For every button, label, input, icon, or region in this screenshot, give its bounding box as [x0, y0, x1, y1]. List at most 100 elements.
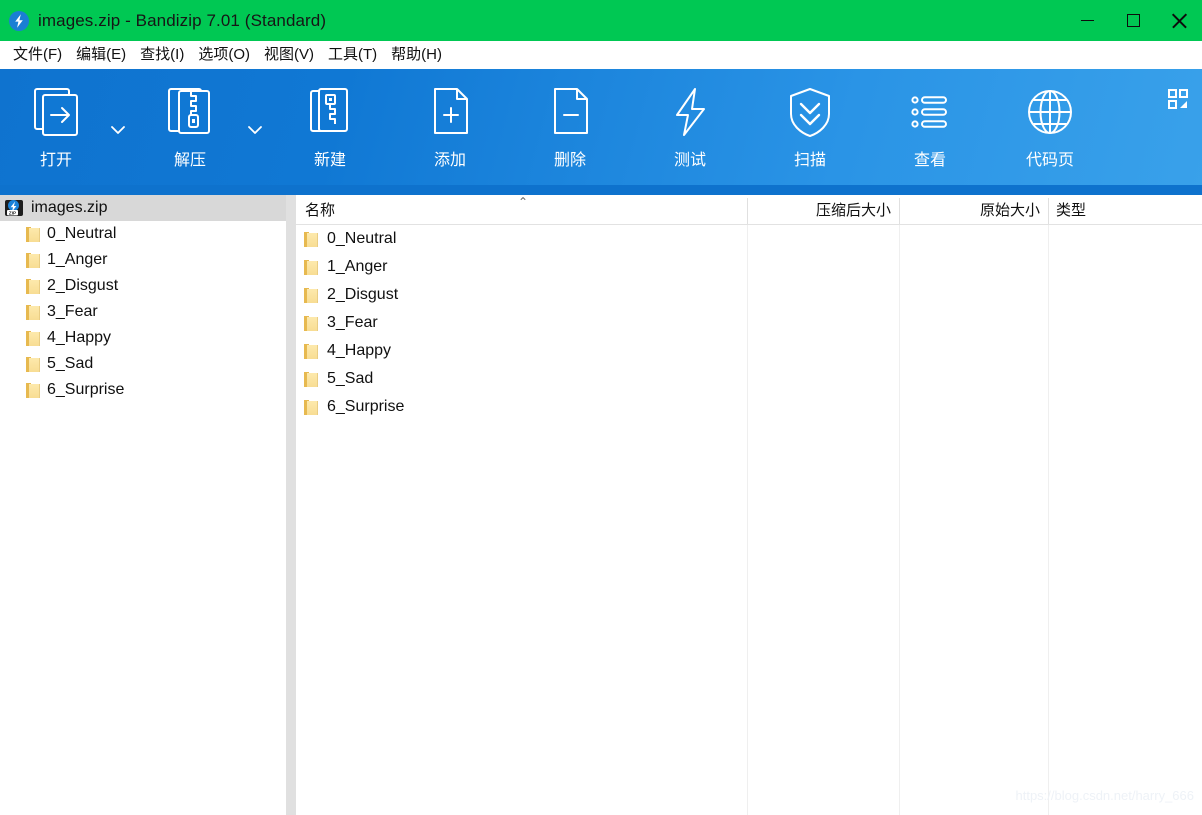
toolbar-test-button[interactable]: 测试: [642, 81, 738, 181]
grid-layout-icon: [1168, 89, 1188, 109]
pane-splitter[interactable]: [286, 195, 296, 815]
table-row[interactable]: 0_Neutral: [296, 225, 1202, 253]
minimize-icon: [1080, 19, 1094, 22]
maximize-button[interactable]: [1110, 0, 1156, 41]
column-header-compressed-size-label: 压缩后大小: [815, 202, 891, 219]
file-name: 1_Anger: [327, 258, 388, 275]
menu-tools[interactable]: 工具(T): [321, 43, 384, 67]
tree-item-root-label: images.zip: [31, 199, 108, 216]
file-name: 5_Sad: [327, 370, 374, 387]
toolbar-open-button[interactable]: 打开: [8, 81, 104, 181]
menu-options[interactable]: 选项(O): [191, 43, 257, 67]
file-list-pane[interactable]: 名称 ⌃ 压缩后大小 原始大小 类型 0_Neutral 1_Anger 2_D…: [296, 195, 1202, 815]
menu-help[interactable]: 帮助(H): [384, 43, 449, 67]
minimize-button[interactable]: [1064, 0, 1110, 41]
test-bolt-icon: [661, 81, 719, 143]
table-row[interactable]: 3_Fear: [296, 309, 1202, 337]
tree-item-folder[interactable]: 4_Happy: [0, 325, 286, 351]
scan-shield-icon: [781, 81, 839, 143]
menu-bar: 文件(F) 编辑(E) 查找(I) 选项(O) 视图(V) 工具(T) 帮助(H…: [0, 41, 1202, 69]
table-row[interactable]: 2_Disgust: [296, 281, 1202, 309]
bandizip-bolt-icon: [9, 10, 29, 31]
folder-icon: [26, 304, 40, 320]
close-button[interactable]: [1156, 0, 1202, 41]
toolbar-scan-button[interactable]: 扫描: [762, 81, 858, 181]
tree-item-label: 5_Sad: [47, 355, 94, 372]
column-header-name-label: 名称: [305, 202, 336, 219]
file-list-header: 名称 ⌃ 压缩后大小 原始大小 类型: [296, 195, 1202, 225]
toolbar-codepage-label: 代码页: [1025, 152, 1074, 169]
folder-icon: [26, 226, 40, 242]
folder-icon: [26, 356, 40, 372]
toolbar-scan-label: 扫描: [793, 152, 826, 169]
column-header-type-label: 类型: [1056, 202, 1087, 219]
file-name: 3_Fear: [327, 314, 378, 331]
chevron-down-icon: [111, 126, 125, 134]
file-name: 4_Happy: [327, 342, 392, 359]
table-row[interactable]: 1_Anger: [296, 253, 1202, 281]
file-name: 0_Neutral: [327, 230, 397, 247]
menu-file[interactable]: 文件(F): [6, 43, 69, 67]
menu-edit[interactable]: 编辑(E): [69, 43, 133, 67]
extract-icon: [161, 81, 219, 143]
toolbar-open-dropdown[interactable]: [105, 117, 131, 143]
folder-icon: [26, 330, 40, 346]
toolbar-delete-button[interactable]: 删除: [522, 81, 618, 181]
menu-view[interactable]: 视图(V): [257, 43, 321, 67]
toolbar-view-button[interactable]: 查看: [882, 81, 978, 181]
layout-grid-button[interactable]: [1164, 85, 1192, 113]
title-bar[interactable]: images.zip - Bandizip 7.01 (Standard): [0, 0, 1202, 41]
toolbar-test-label: 测试: [673, 152, 706, 169]
watermark-text: https://blog.csdn.net/harry_666: [1015, 788, 1194, 803]
chevron-down-icon: [248, 126, 262, 134]
tree-item-folder[interactable]: 1_Anger: [0, 247, 286, 273]
column-header-original-size-label: 原始大小: [979, 202, 1040, 219]
window-title: images.zip - Bandizip 7.01 (Standard): [38, 10, 327, 30]
folder-icon: [304, 315, 318, 331]
folder-icon: [26, 382, 40, 398]
add-file-icon: [421, 81, 479, 143]
tree-item-label: 2_Disgust: [47, 277, 119, 294]
toolbar-codepage-button[interactable]: 代码页: [1002, 81, 1098, 181]
folder-icon: [304, 399, 318, 415]
view-list-icon: [901, 81, 959, 143]
tree-item-label: 3_Fear: [47, 303, 98, 320]
file-name: 2_Disgust: [327, 286, 399, 303]
column-header-type[interactable]: 类型: [1048, 195, 1202, 224]
archive-tree-pane[interactable]: ZIP images.zip 0_Neutral 1_Anger 2_Disgu…: [0, 195, 286, 815]
column-header-original-size[interactable]: 原始大小: [899, 195, 1048, 224]
zip-file-icon: ZIP: [4, 198, 24, 218]
sort-ascending-icon: ⌃: [518, 195, 529, 209]
folder-icon: [304, 343, 318, 359]
folder-icon: [26, 252, 40, 268]
tree-item-root[interactable]: ZIP images.zip: [0, 195, 286, 221]
toolbar-add-label: 添加: [433, 152, 466, 169]
file-list-body: 0_Neutral 1_Anger 2_Disgust 3_Fear 4_Hap…: [296, 225, 1202, 421]
table-row[interactable]: 4_Happy: [296, 337, 1202, 365]
toolbar-extract-dropdown[interactable]: [242, 117, 268, 143]
toolbar-extract-button[interactable]: 解压: [142, 81, 238, 181]
main-toolbar: 打开 解压 新建 添加 删除 测试 扫描 查看 代码页: [0, 69, 1202, 195]
tree-item-folder[interactable]: 0_Neutral: [0, 221, 286, 247]
folder-icon: [304, 287, 318, 303]
codepage-globe-icon: [1021, 81, 1079, 143]
folder-icon: [304, 231, 318, 247]
maximize-icon: [1126, 14, 1140, 27]
window-controls: [1064, 0, 1202, 41]
toolbar-open-label: 打开: [39, 152, 72, 169]
folder-icon: [26, 278, 40, 294]
tree-item-folder[interactable]: 2_Disgust: [0, 273, 286, 299]
toolbar-new-label: 新建: [313, 152, 346, 169]
menu-find[interactable]: 查找(I): [133, 43, 191, 67]
toolbar-new-button[interactable]: 新建: [282, 81, 378, 181]
tree-item-folder[interactable]: 5_Sad: [0, 351, 286, 377]
tree-item-folder[interactable]: 3_Fear: [0, 299, 286, 325]
tree-item-label: 6_Surprise: [47, 381, 125, 398]
table-row[interactable]: 6_Surprise: [296, 393, 1202, 421]
delete-file-icon: [541, 81, 599, 143]
table-row[interactable]: 5_Sad: [296, 365, 1202, 393]
toolbar-add-button[interactable]: 添加: [402, 81, 498, 181]
folder-icon: [304, 371, 318, 387]
tree-item-folder[interactable]: 6_Surprise: [0, 377, 286, 403]
column-header-compressed-size[interactable]: 压缩后大小: [747, 195, 899, 224]
